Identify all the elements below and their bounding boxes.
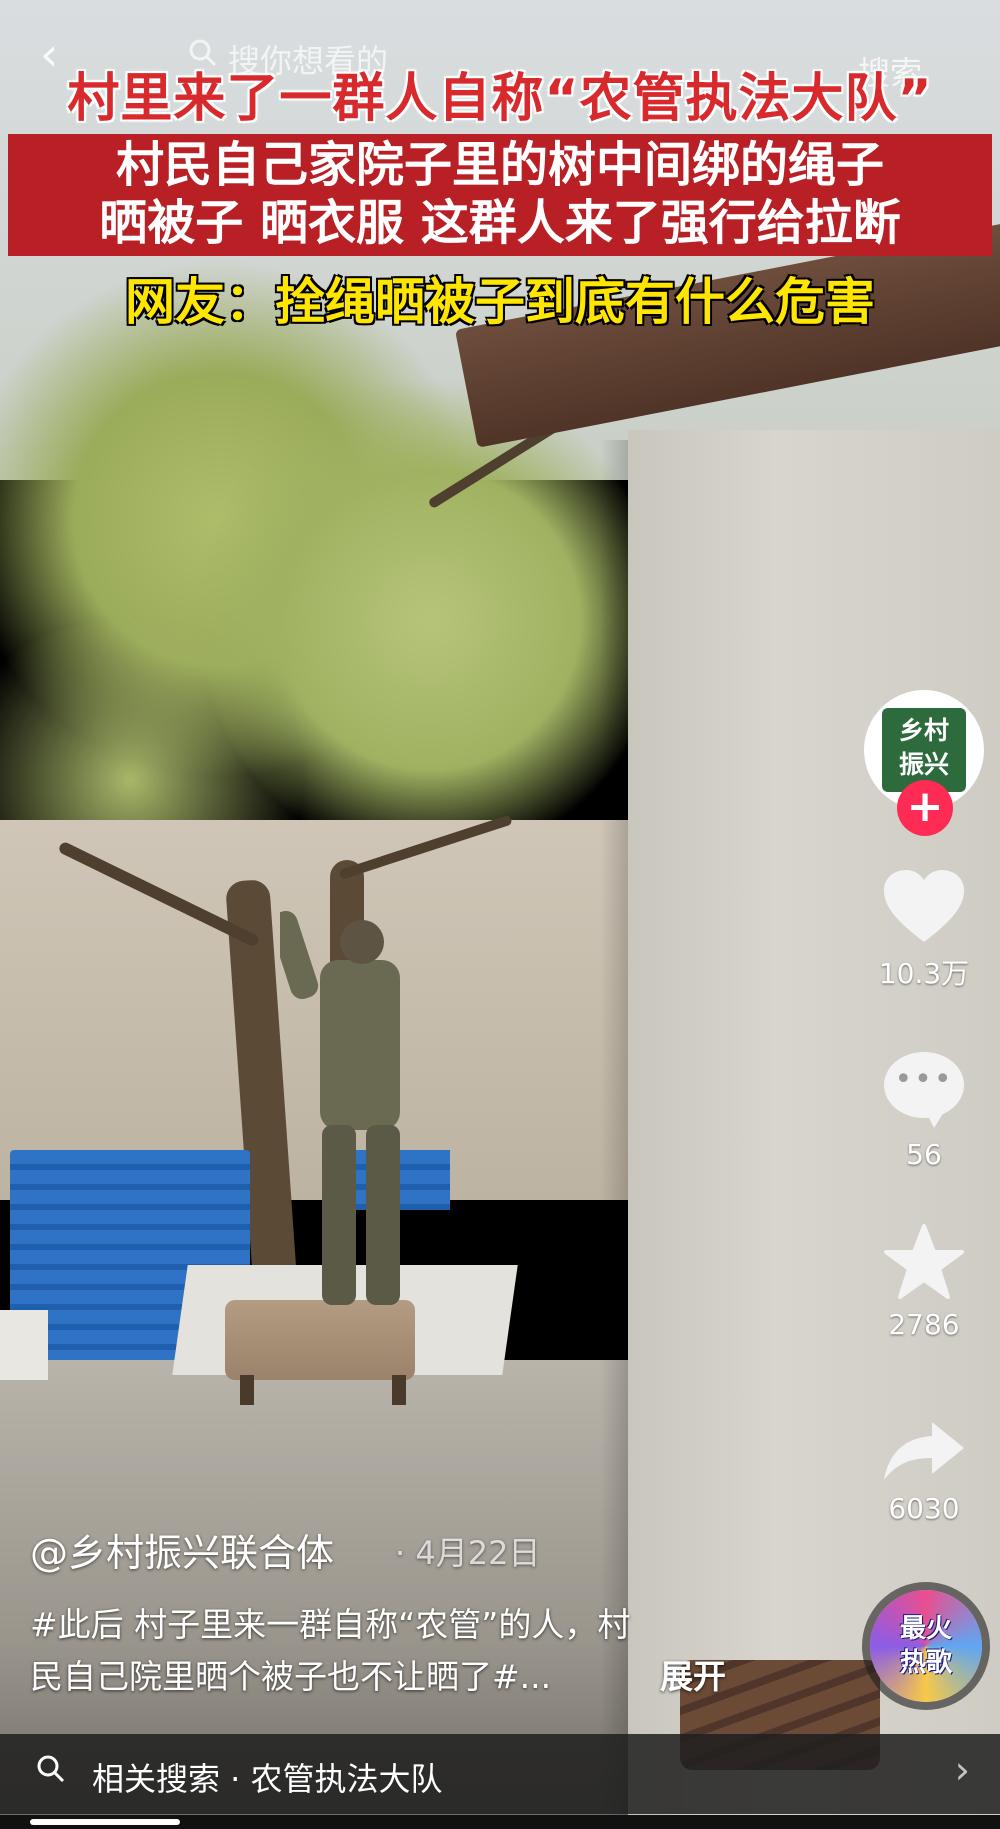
share-button[interactable]: 6030 — [864, 1418, 984, 1525]
comment-button[interactable]: ••• 56 — [864, 1040, 984, 1171]
related-search-text: 相关搜索 · 农管执法大队 — [92, 1760, 443, 1798]
post-description-line-2: 民自己院里晒个被子也不让晒了#... — [30, 1657, 552, 1696]
caption-line-2: 村民自己家院子里的树中间绑的绳子 — [115, 137, 884, 193]
video-progress-bar[interactable] — [0, 1815, 1000, 1829]
post-description-line-1: #此后 村子里来一群自称“农管”的人，村 — [30, 1605, 631, 1644]
follow-button[interactable]: + — [897, 780, 953, 836]
footstool-leg — [240, 1375, 254, 1405]
chevron-right-icon: › — [954, 1748, 970, 1792]
share-count: 6030 — [888, 1492, 960, 1525]
heart-icon — [884, 870, 964, 942]
share-arrow-icon — [884, 1422, 964, 1480]
post-date: · 4月22日 — [395, 1534, 541, 1572]
favorite-count: 2786 — [888, 1308, 960, 1341]
favorite-button[interactable]: 2786 — [864, 1224, 984, 1341]
footstool-leg — [392, 1375, 406, 1405]
avatar-text-top: 乡村 — [898, 716, 949, 745]
person-figure — [280, 910, 400, 1305]
star-icon — [884, 1224, 964, 1299]
avatar-text-bottom: 振兴 — [898, 750, 949, 779]
comment-bubble-icon: ••• — [884, 1052, 964, 1128]
related-search-bar[interactable]: 相关搜索 · 农管执法大队 › — [0, 1734, 1000, 1814]
comment-count: 56 — [906, 1138, 942, 1171]
expand-button[interactable]: 展开 — [660, 1650, 726, 1698]
caption-headline: 村里来了一群人自称“农管执法大队” — [67, 69, 933, 129]
music-label: 最火 热歌 — [870, 1612, 982, 1680]
music-label-bottom: 热歌 — [899, 1648, 952, 1678]
white-block — [0, 1310, 48, 1380]
caption-line-3: 晒被子 晒衣服 这群人来了强行给拉断 — [99, 195, 901, 251]
music-label-top: 最火 — [899, 1614, 952, 1644]
like-button[interactable]: 10.3万 — [864, 868, 984, 992]
search-icon — [37, 1755, 65, 1783]
caption-netizen-question: 网友：拴绳晒被子到底有什么危害 — [125, 273, 875, 331]
like-count: 10.3万 — [878, 957, 970, 990]
video-progress-fill — [30, 1819, 180, 1825]
music-disc[interactable]: 最火 热歌 — [870, 1590, 982, 1702]
author-name[interactable]: @乡村振兴联合体 — [30, 1522, 334, 1577]
